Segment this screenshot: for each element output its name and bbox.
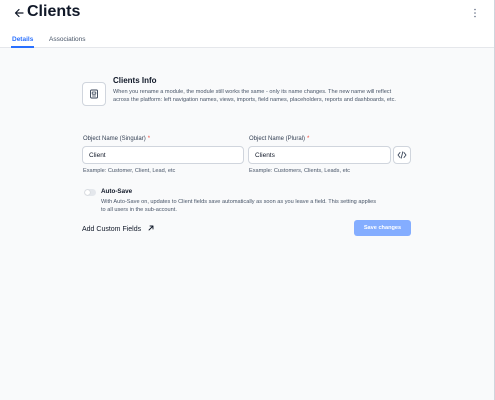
page-title: Clients <box>27 3 81 20</box>
autosave-description: With Auto-Save on, updates to Client fie… <box>101 199 377 213</box>
plural-label: Object Name (Plural) * <box>249 135 309 143</box>
info-description: When you rename a module, the module sti… <box>113 89 396 103</box>
tab-details[interactable]: Details <box>12 36 33 44</box>
toggle-knob <box>85 190 90 195</box>
info-title: Clients Info <box>113 76 157 85</box>
plural-helper-text: Example: Customers, Clients, Leads, etc <box>249 168 351 174</box>
active-tab-indicator <box>11 46 34 48</box>
singular-name-input[interactable] <box>82 146 244 164</box>
singular-label: Object Name (Singular) * <box>83 135 150 143</box>
singular-helper-text: Example: Customer, Client, Lead, etc <box>83 168 176 174</box>
tab-bar: Details Associations <box>0 32 495 48</box>
autosave-label: Auto-Save <box>101 188 133 195</box>
add-custom-fields-label: Add Custom Fields <box>82 225 142 233</box>
plural-name-input[interactable] <box>248 146 391 164</box>
module-icon <box>82 82 106 106</box>
singular-label-text: Object Name (Singular) <box>83 136 146 142</box>
tab-associations[interactable]: Associations <box>49 36 86 44</box>
required-marker: * <box>147 136 151 142</box>
code-button[interactable] <box>393 146 411 164</box>
arrow-left-icon[interactable] <box>11 5 27 21</box>
save-changes-button[interactable]: Save changes <box>354 220 411 236</box>
add-custom-fields-link[interactable]: Add Custom Fields <box>82 224 155 234</box>
kebab-vertical-icon[interactable] <box>470 6 480 20</box>
code-brackets-icon <box>397 146 407 164</box>
required-marker: * <box>307 136 310 142</box>
arrow-up-right-icon <box>147 224 155 234</box>
plural-label-text: Object Name (Plural) <box>249 136 306 142</box>
autosave-toggle[interactable] <box>84 189 96 196</box>
